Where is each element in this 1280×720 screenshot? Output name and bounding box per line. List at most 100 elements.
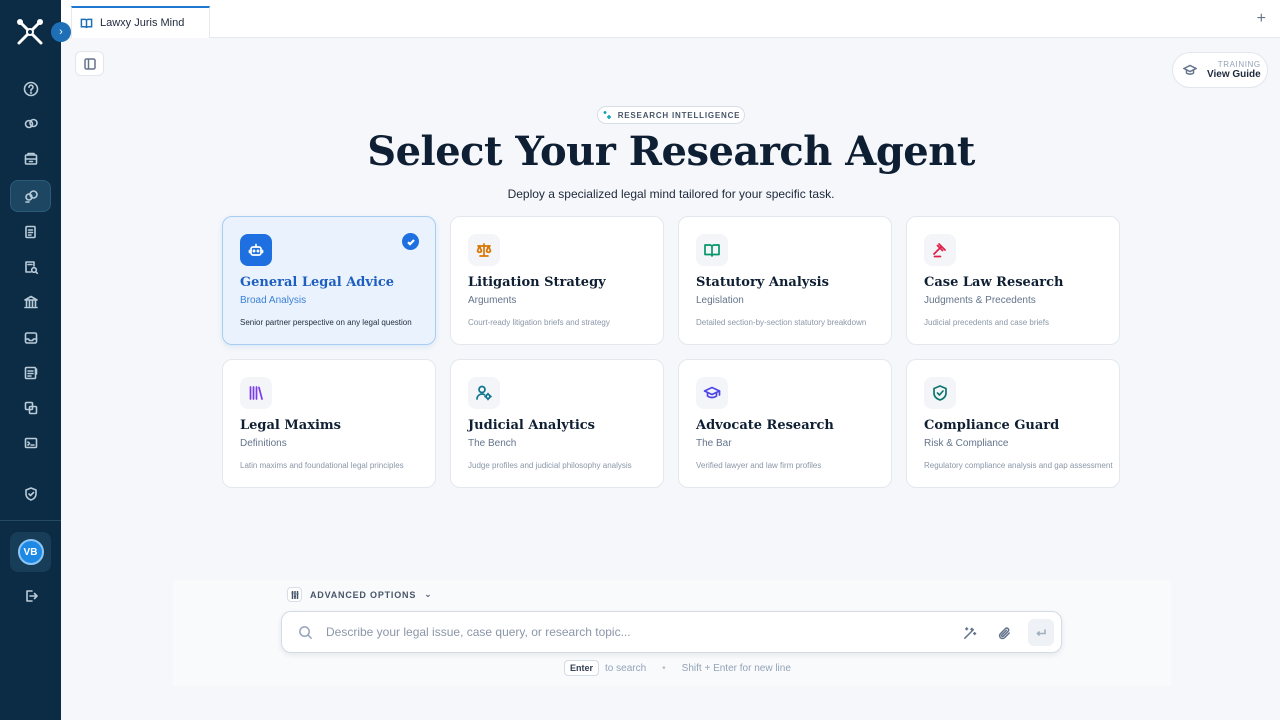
advanced-options-label: ADVANCED OPTIONS xyxy=(310,589,417,600)
terminal-icon xyxy=(24,437,37,449)
user-cog-icon xyxy=(476,385,492,401)
training-label: TRAINING xyxy=(1217,60,1261,69)
agent-subtitle: Definitions xyxy=(240,438,287,449)
page-subtitle: Deploy a specialized legal mind tailored… xyxy=(507,187,835,201)
agent-title: Legal Maxims xyxy=(240,418,341,433)
book-icon xyxy=(704,244,720,257)
translate-icon xyxy=(24,401,37,415)
selected-check-icon xyxy=(402,233,419,250)
logout-button[interactable] xyxy=(10,580,51,612)
agent-title: Statutory Analysis xyxy=(696,275,829,290)
documents-icon xyxy=(24,225,36,239)
agent-subtitle: Arguments xyxy=(468,295,517,306)
sidebar-item-search-documents[interactable] xyxy=(10,251,51,283)
enter-icon xyxy=(1036,629,1046,636)
graduation-cap-icon xyxy=(1183,64,1197,75)
sidebar-item-translate[interactable] xyxy=(10,392,51,424)
agent-subtitle: The Bench xyxy=(468,438,517,449)
sidebar-item-documents[interactable] xyxy=(10,216,51,248)
sidebar-item-terminal[interactable] xyxy=(10,427,51,459)
sparkle-icon xyxy=(603,111,611,119)
agent-card-compliance-guard[interactable]: Compliance Guard Risk & Compliance Regul… xyxy=(906,359,1120,488)
search-document-icon xyxy=(24,261,38,275)
gavel-icon xyxy=(933,243,946,258)
agent-title: Compliance Guard xyxy=(924,418,1060,433)
attach-file-button[interactable] xyxy=(993,622,1015,644)
sidebar-item-inbox[interactable] xyxy=(10,322,51,354)
keyboard-hint: Enter to search • Shift + Enter for new … xyxy=(564,660,791,676)
agent-subtitle: Broad Analysis xyxy=(240,295,307,306)
agent-title: Case Law Research xyxy=(924,275,1064,290)
agent-description: Regulatory compliance analysis and gap a… xyxy=(924,461,1113,470)
sliders-icon xyxy=(291,590,298,599)
agent-description: Detailed section-by-section statutory br… xyxy=(696,318,867,327)
agent-subtitle: Judgments & Precedents xyxy=(924,295,1036,306)
tab-bar: Lawxy Juris Mind + xyxy=(61,0,1280,38)
agent-card-judicial-analytics[interactable]: Judicial Analytics The Bench Judge profi… xyxy=(450,359,664,488)
agent-title: General Legal Advice xyxy=(240,275,395,290)
scales-icon xyxy=(476,243,492,257)
agent-description: Senior partner perspective on any legal … xyxy=(240,318,412,327)
agent-description: Latin maxims and foundational legal prin… xyxy=(240,461,404,470)
chevron-down-icon: ⌄ xyxy=(424,589,433,599)
shift-enter-hint: Shift + Enter for new line xyxy=(681,662,791,674)
research-intelligence-badge: RESEARCH INTELLIGENCE xyxy=(597,106,745,124)
agent-subtitle: Legislation xyxy=(696,295,744,306)
courthouse-icon xyxy=(23,295,38,309)
advanced-options-toggle[interactable]: ADVANCED OPTIONS ⌄ xyxy=(287,587,432,602)
magic-wand-icon xyxy=(963,626,976,639)
tab-lawxy-juris-mind[interactable]: Lawxy Juris Mind xyxy=(71,6,210,38)
agent-card-advocate-research[interactable]: Advocate Research The Bar Verified lawye… xyxy=(678,359,892,488)
agent-title: Judicial Analytics xyxy=(468,418,596,433)
sidebar-item-courts[interactable] xyxy=(10,286,51,318)
app-logo[interactable] xyxy=(14,16,46,48)
research-query-input[interactable] xyxy=(326,620,946,644)
view-guide-label: View Guide xyxy=(1207,69,1261,80)
separator-dot: • xyxy=(662,662,666,674)
agent-card-litigation-strategy[interactable]: Litigation Strategy Arguments Court-read… xyxy=(450,216,664,345)
notes-icon xyxy=(24,366,37,380)
sidebar-item-security[interactable] xyxy=(10,478,51,510)
avatar[interactable]: VB xyxy=(17,539,44,565)
panel-toggle-button[interactable] xyxy=(75,51,104,76)
agent-description: Court-ready litigation briefs and strate… xyxy=(468,318,610,327)
agent-subtitle: Risk & Compliance xyxy=(924,438,1009,449)
sidebar-expand-button[interactable]: › xyxy=(51,22,71,42)
inbox-icon xyxy=(24,332,37,344)
enter-hint-text: to search xyxy=(605,662,647,674)
agent-title: Advocate Research xyxy=(696,418,834,433)
agent-card-legal-maxims[interactable]: Legal Maxims Definitions Latin maxims an… xyxy=(222,359,436,488)
sidebar-divider xyxy=(0,520,61,521)
user-menu[interactable]: VB xyxy=(10,532,51,572)
training-guide-button[interactable]: TRAINING View Guide xyxy=(1172,52,1268,88)
help-icon xyxy=(23,81,38,97)
search-icon xyxy=(299,626,313,640)
new-tab-button[interactable]: + xyxy=(1257,11,1266,27)
graduation-cap-icon xyxy=(703,386,721,399)
research-query-box xyxy=(281,611,1062,653)
chevron-right-icon: › xyxy=(59,26,63,38)
enter-key: Enter xyxy=(564,660,600,676)
panel-left-icon xyxy=(83,57,96,70)
agent-card-general-legal-advice[interactable]: General Legal Advice Broad Analysis Seni… xyxy=(222,216,436,345)
agent-description: Verified lawyer and law firm profiles xyxy=(696,461,822,470)
shield-check-icon xyxy=(933,385,947,401)
agent-card-statutory-analysis[interactable]: Statutory Analysis Legislation Detailed … xyxy=(678,216,892,345)
logout-icon xyxy=(25,590,38,602)
library-icon xyxy=(249,386,263,400)
book-open-icon xyxy=(80,18,93,28)
sidebar: VB xyxy=(0,0,61,720)
enhance-prompt-button[interactable] xyxy=(958,622,980,644)
agent-card-case-law-research[interactable]: Case Law Research Judgments & Precedents… xyxy=(906,216,1120,345)
submit-button[interactable] xyxy=(1028,619,1054,646)
tab-label: Lawxy Juris Mind xyxy=(100,17,185,29)
agent-title: Litigation Strategy xyxy=(468,275,606,290)
agent-subtitle: The Bar xyxy=(696,438,732,449)
agent-description: Judicial precedents and case briefs xyxy=(924,318,1049,327)
robot-icon xyxy=(248,243,264,256)
paperclip-icon xyxy=(998,626,1010,639)
sidebar-item-notes[interactable] xyxy=(10,357,51,389)
agent-description: Judge profiles and judicial philosophy a… xyxy=(468,461,632,470)
page-title: Select Your Research Agent xyxy=(367,128,975,175)
sidebar-item-help[interactable] xyxy=(10,73,51,105)
